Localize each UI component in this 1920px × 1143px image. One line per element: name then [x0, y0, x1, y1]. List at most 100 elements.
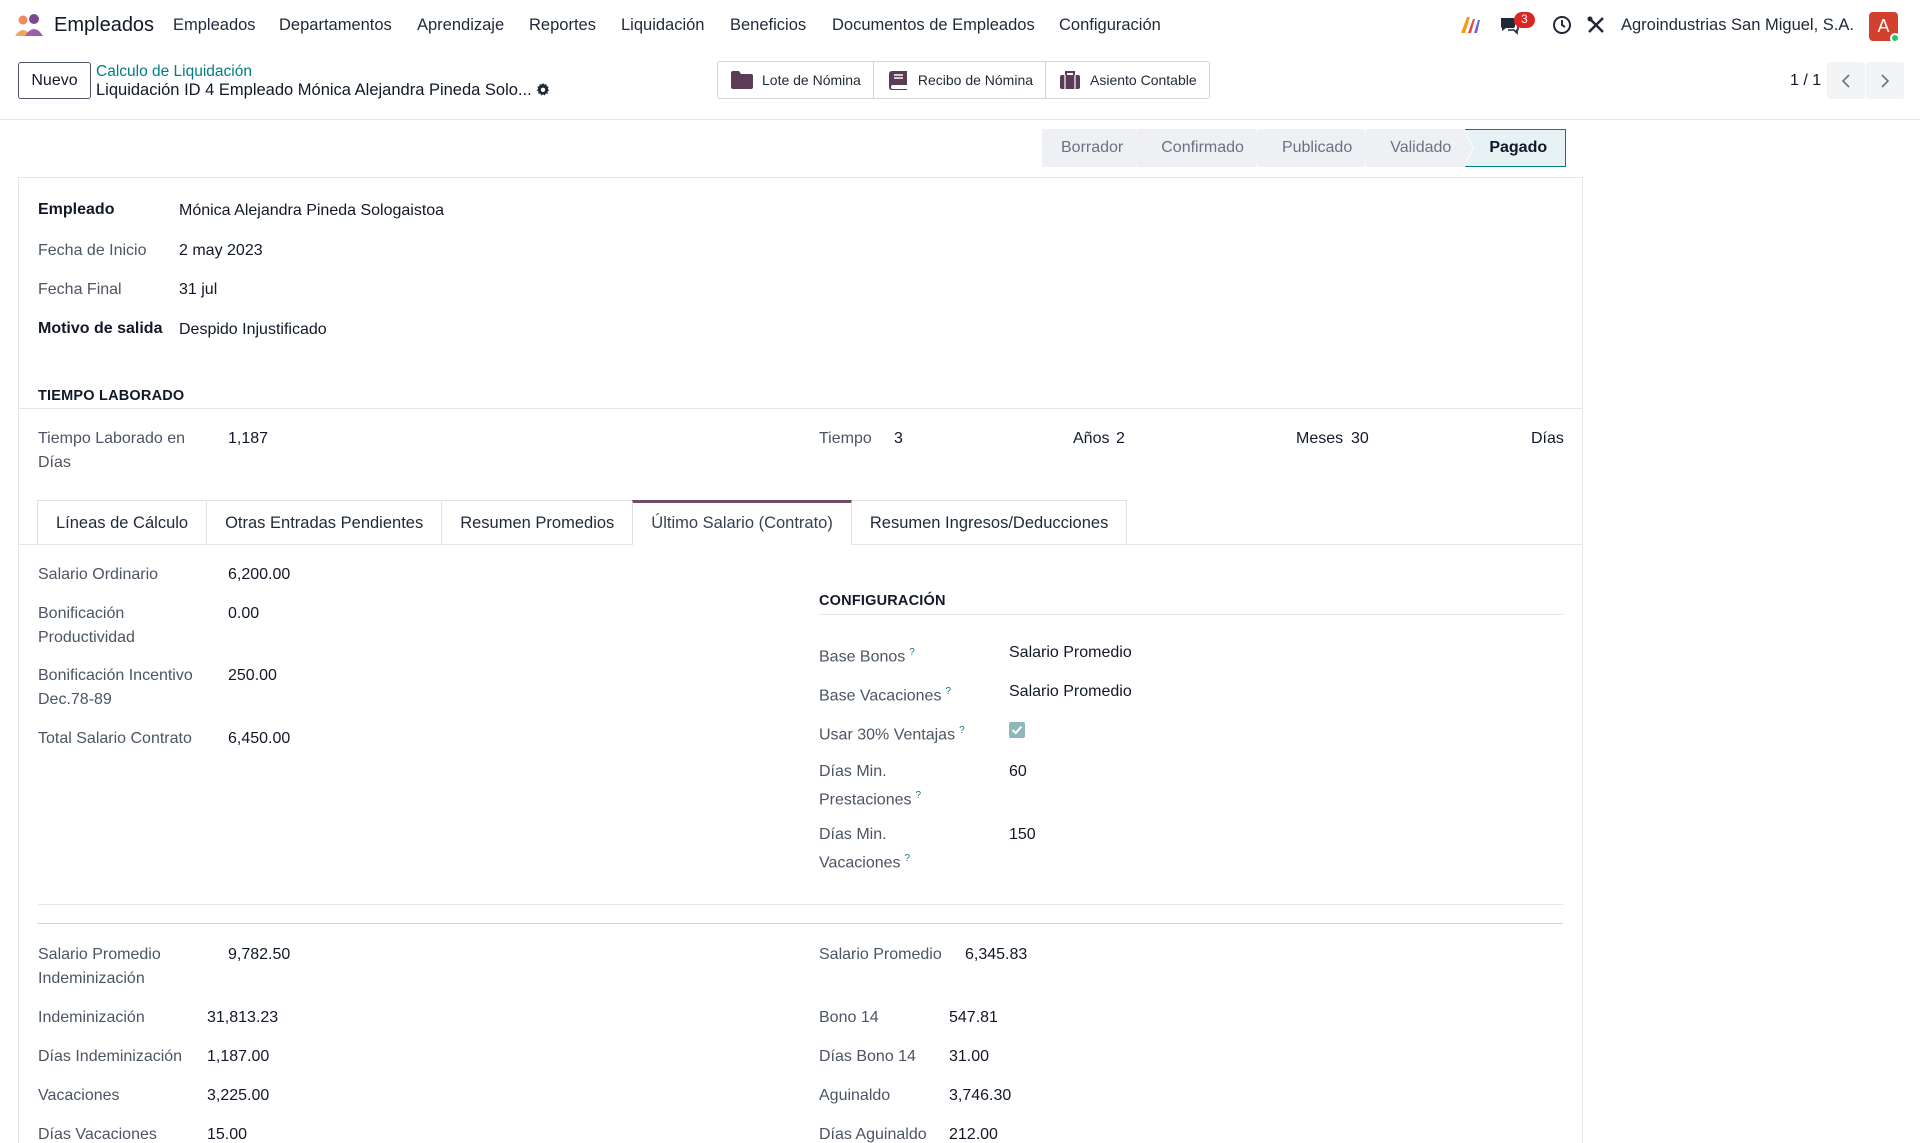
config-title: CONFIGURACIÓN	[819, 593, 946, 609]
use-30-checkbox[interactable]	[1009, 722, 1025, 738]
bono14-label: Bono 14	[819, 1009, 879, 1026]
payslip-label: Recibo de Nómina	[917, 72, 1034, 88]
worked-time-divider	[19, 408, 1582, 409]
help-icon[interactable]: ?	[905, 853, 911, 864]
help-icon[interactable]: ?	[945, 686, 951, 697]
pager-previous-button[interactable]	[1827, 62, 1865, 99]
avg-salary-label: Salario Promedio	[819, 946, 942, 963]
form-sheet: Empleado Mónica Alejandra Pineda Sologai…	[18, 177, 1583, 1143]
exit-reason-label: Motivo de salida	[38, 320, 163, 337]
min-vacation-label: Días Min. Vacaciones?	[819, 823, 939, 875]
end-date-label: Fecha Final	[38, 281, 122, 298]
employee-label: Empleado	[38, 201, 115, 218]
menu-beneficios[interactable]: Beneficios	[730, 16, 806, 35]
base-bonus-text: Base Bonos	[819, 648, 906, 666]
clock-icon[interactable]	[1551, 14, 1573, 36]
menu-reportes[interactable]: Reportes	[529, 16, 596, 35]
menu-departamentos[interactable]: Departamentos	[279, 16, 392, 35]
status-bar: Borrador Confirmado Publicado Validado P…	[1042, 129, 1567, 167]
start-date-value[interactable]: 2 may 2023	[179, 239, 263, 263]
new-button[interactable]: Nuevo	[18, 62, 91, 99]
section-divider	[38, 923, 1563, 924]
days-label: Días	[1531, 430, 1564, 447]
payslip-button[interactable]: Recibo de Nómina	[873, 62, 1047, 98]
indem-days-label: Días Indeminización	[38, 1048, 183, 1065]
app-name[interactable]: Empleados	[54, 14, 154, 37]
avg-indem-value: 9,782.50	[228, 946, 291, 963]
avg-salary-value: 6,345.83	[965, 946, 1028, 963]
months-value: 2	[1116, 430, 1125, 447]
tab-pending-entries[interactable]: Otras Entradas Pendientes	[206, 500, 443, 544]
worked-time-title: TIEMPO LABORADO	[38, 388, 185, 404]
base-vacation-value[interactable]: Salario Promedio	[1009, 680, 1132, 704]
base-bonus-value[interactable]: Salario Promedio	[1009, 641, 1132, 665]
end-date-value[interactable]: 31 jul	[179, 278, 217, 302]
menu-empleados[interactable]: Empleados	[173, 16, 256, 35]
years-value: 3	[894, 430, 903, 447]
tab-income-deductions[interactable]: Resumen Ingresos/Deducciones	[850, 500, 1128, 544]
indemnization-value: 31,813.23	[207, 1009, 279, 1026]
company-switcher[interactable]: Agroindustrias San Miguel, S.A.	[1621, 16, 1854, 35]
menu-configuracion[interactable]: Configuración	[1059, 16, 1161, 35]
worked-days-value: 1,187	[228, 430, 269, 447]
employees-app-icon[interactable]	[14, 12, 44, 38]
avg-indem-label: Salario Promedio Indeminización	[38, 946, 161, 987]
aguinaldo-label: Aguinaldo	[819, 1087, 891, 1104]
tab-last-salary[interactable]: Último Salario (Contrato)	[632, 500, 852, 545]
smart-buttons: Lote de Nómina Recibo de Nómina Asiento …	[717, 61, 1210, 99]
total-contract-label: Total Salario Contrato	[38, 730, 192, 747]
pager-next-button[interactable]	[1866, 62, 1904, 99]
help-icon[interactable]: ?	[959, 725, 965, 736]
bono14-days-label: Días Bono 14	[819, 1048, 916, 1065]
employee-value[interactable]: Mónica Alejandra Pineda Sologaistoa	[179, 199, 444, 223]
tab-averages-summary[interactable]: Resumen Promedios	[441, 500, 634, 544]
stage-pagado[interactable]: Pagado	[1464, 129, 1567, 167]
min-benefits-text: Días Min. Prestaciones	[819, 763, 912, 809]
menu-aprendizaje[interactable]: Aprendizaje	[417, 16, 504, 35]
config-divider	[819, 614, 1563, 615]
aguinaldo-value: 3,746.30	[949, 1087, 1012, 1104]
check-icon	[1011, 725, 1023, 735]
chevron-left-icon	[1841, 73, 1850, 88]
stage-validado[interactable]: Validado	[1366, 129, 1474, 167]
vacation-value: 3,225.00	[207, 1087, 270, 1104]
notebook-tabs: Líneas de Cálculo Otras Entradas Pendien…	[37, 500, 1128, 545]
gear-icon[interactable]	[535, 82, 551, 98]
min-benefits-value[interactable]: 60	[1009, 760, 1027, 784]
menu-documentos[interactable]: Documentos de Empleados	[832, 16, 1035, 35]
section-divider	[38, 904, 1563, 905]
briefcase-icon	[1060, 71, 1081, 89]
stage-publicado[interactable]: Publicado	[1257, 129, 1375, 167]
min-vacation-text: Días Min. Vacaciones	[819, 826, 901, 872]
months-label: Meses	[1296, 430, 1344, 447]
tab-calc-lines[interactable]: Líneas de Cálculo	[37, 500, 208, 544]
vacation-days-value: 15.00	[207, 1126, 248, 1143]
ordinary-salary-value: 6,200.00	[228, 566, 291, 583]
aguinaldo-days-value: 212.00	[949, 1126, 998, 1143]
ai-assistant-icon[interactable]	[1459, 14, 1481, 36]
help-icon[interactable]: ?	[909, 647, 915, 658]
folder-icon	[731, 71, 753, 89]
stage-confirmado[interactable]: Confirmado	[1137, 129, 1266, 167]
debug-tools-icon[interactable]	[1585, 14, 1607, 36]
chevron-right-icon	[1881, 73, 1890, 88]
stage-borrador[interactable]: Borrador	[1042, 129, 1146, 167]
record-title: Liquidación ID 4 Empleado Mónica Alejand…	[96, 81, 532, 99]
base-vacation-label: Base Vacaciones?	[819, 680, 951, 708]
exit-reason-value[interactable]: Despido Injustificado	[179, 318, 327, 342]
min-vacation-value[interactable]: 150	[1009, 823, 1036, 847]
base-vacation-text: Base Vacaciones	[819, 687, 942, 705]
pager-value[interactable]: 1 / 1	[1790, 72, 1821, 90]
journal-entry-button[interactable]: Asiento Contable	[1046, 62, 1209, 98]
productivity-bonus-value: 0.00	[228, 605, 260, 622]
menu-liquidacion[interactable]: Liquidación	[621, 16, 704, 35]
indemnization-label: Indeminización	[38, 1009, 145, 1026]
online-status-dot	[1890, 33, 1900, 43]
vacation-days-label: Días Vacaciones	[38, 1126, 157, 1143]
vacation-label: Vacaciones	[38, 1087, 120, 1104]
help-icon[interactable]: ?	[916, 790, 922, 801]
years-label: Años	[1073, 430, 1110, 447]
worked-days-label: Tiempo Laborado en Días	[38, 430, 186, 471]
breadcrumb-link[interactable]: Calculo de Liquidación	[96, 63, 252, 81]
payslip-batch-button[interactable]: Lote de Nómina	[718, 62, 874, 98]
